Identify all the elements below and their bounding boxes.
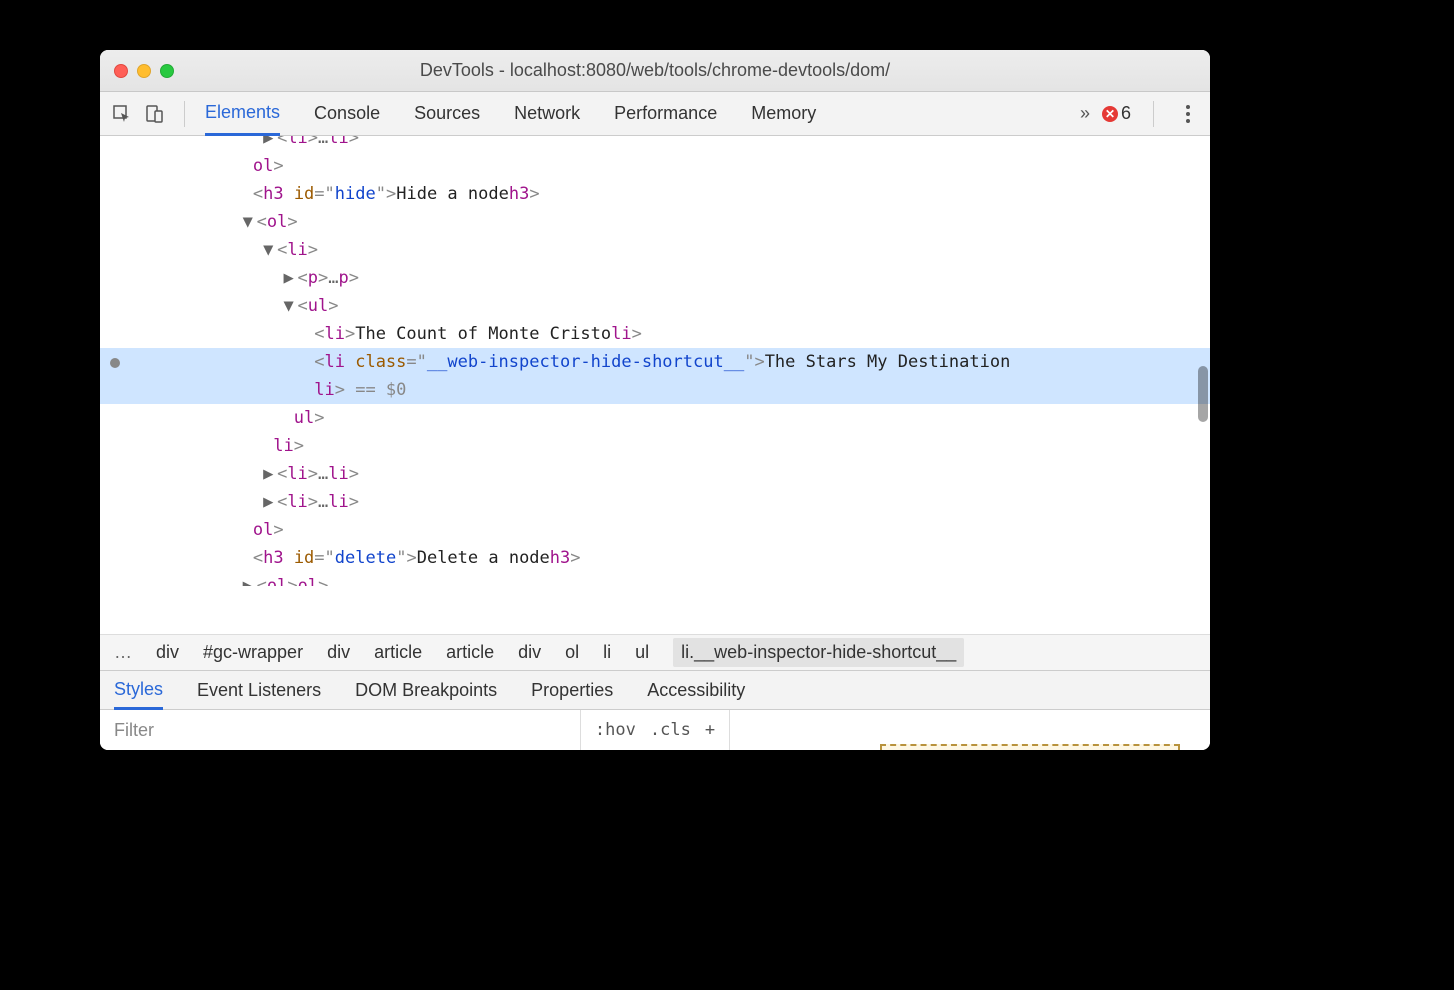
dom-tree-row[interactable]: ▼<ul> (100, 292, 1210, 320)
window-title: DevTools - localhost:8080/web/tools/chro… (194, 60, 1116, 81)
separator (1153, 101, 1154, 127)
minimize-window-button[interactable] (137, 64, 151, 78)
styles-toolbar: :hov .cls + (100, 710, 1210, 750)
dom-tree-row[interactable]: <h3 id="hide">Hide a nodeh3> (100, 180, 1210, 208)
tab-elements[interactable]: Elements (205, 93, 280, 136)
subtab-styles[interactable]: Styles (114, 672, 163, 710)
dom-tree-row[interactable]: ▶<li>…li> (100, 460, 1210, 488)
more-tabs-icon[interactable]: » (1080, 103, 1090, 124)
breadcrumb-item[interactable]: article (374, 642, 422, 663)
device-toolbar-icon[interactable] (142, 102, 166, 126)
breadcrumb: … div #gc-wrapper div article article div ol li u… (100, 634, 1210, 670)
subtab-accessibility[interactable]: Accessibility (647, 671, 745, 709)
dom-tree-row[interactable]: li> (100, 432, 1210, 460)
subtab-event-listeners[interactable]: Event Listeners (197, 671, 321, 709)
breadcrumb-item[interactable]: ol (565, 642, 579, 663)
dom-tree-row[interactable]: ▶<p>…p> (100, 264, 1210, 292)
dom-tree-row[interactable]: ol> (100, 516, 1210, 544)
dom-tree-row[interactable]: <li>The Count of Monte Cristoli> (100, 320, 1210, 348)
devtools-window: DevTools - localhost:8080/web/tools/chro… (100, 50, 1210, 750)
breadcrumb-item[interactable]: #gc-wrapper (203, 642, 303, 663)
styles-box-model-area (730, 710, 1210, 750)
dom-tree-row[interactable]: ol> (100, 152, 1210, 180)
breadcrumb-item[interactable]: div (156, 642, 179, 663)
tab-performance[interactable]: Performance (614, 92, 717, 135)
inspect-element-icon[interactable] (110, 102, 134, 126)
filter-wrap (100, 710, 581, 750)
panel-tabs: Elements Console Sources Network Performance… (205, 92, 816, 135)
main-toolbar: Elements Console Sources Network Performance… (100, 92, 1210, 136)
subtab-properties[interactable]: Properties (531, 671, 613, 709)
cls-toggle[interactable]: .cls (650, 720, 691, 740)
breadcrumb-item[interactable]: div (518, 642, 541, 663)
dom-tree-row[interactable]: ▼<li> (100, 236, 1210, 264)
breadcrumb-item[interactable]: div (327, 642, 350, 663)
kebab-menu-icon[interactable] (1176, 105, 1200, 123)
style-buttons: :hov .cls + (581, 710, 730, 750)
styles-filter-input[interactable] (100, 720, 580, 741)
titlebar: DevTools - localhost:8080/web/tools/chro… (100, 50, 1210, 92)
dom-tree-row[interactable]: ▶<li>…li> (100, 488, 1210, 516)
dom-tree-row[interactable]: ▶<li>…li> (100, 136, 1210, 152)
dom-tree-row[interactable]: <h3 id="delete">Delete a nodeh3> (100, 544, 1210, 572)
breadcrumb-item[interactable]: ul (635, 642, 649, 663)
breadcrumb-item[interactable]: article (446, 642, 494, 663)
styles-subtabs: Styles Event Listeners DOM Breakpoints Prop… (100, 670, 1210, 710)
zoom-window-button[interactable] (160, 64, 174, 78)
dom-tree-row[interactable]: ▶<ol>ol> (100, 572, 1210, 586)
new-style-rule-button[interactable]: + (705, 720, 715, 740)
breadcrumb-item[interactable]: … (114, 642, 132, 663)
tab-network[interactable]: Network (514, 92, 580, 135)
tab-memory[interactable]: Memory (751, 92, 816, 135)
tab-console[interactable]: Console (314, 92, 380, 135)
hov-toggle[interactable]: :hov (595, 720, 636, 740)
dom-tree-row[interactable]: <li class="__web-inspector-hide-shortcut… (100, 348, 1210, 376)
scrollbar-thumb[interactable] (1198, 366, 1208, 422)
dom-tree-row[interactable]: li> == $0 (100, 376, 1210, 404)
subtab-dom-breakpoints[interactable]: DOM Breakpoints (355, 671, 497, 709)
error-badge[interactable]: ✕ 6 (1102, 103, 1131, 124)
dom-tree-row[interactable]: ul> (100, 404, 1210, 432)
window-controls (114, 64, 174, 78)
error-icon: ✕ (1102, 106, 1118, 122)
breadcrumb-item[interactable]: li (603, 642, 611, 663)
close-window-button[interactable] (114, 64, 128, 78)
dom-tree-row[interactable]: ▼<ol> (100, 208, 1210, 236)
tab-sources[interactable]: Sources (414, 92, 480, 135)
error-count: 6 (1121, 103, 1131, 124)
separator (184, 101, 185, 127)
elements-dom-tree[interactable]: ▶<li>…li> ol> <h3 id="hide">Hide a nodeh… (100, 136, 1210, 634)
breadcrumb-item[interactable]: li.__web-inspector-hide-shortcut__ (673, 638, 964, 667)
box-model-margin-fragment (880, 744, 1180, 750)
